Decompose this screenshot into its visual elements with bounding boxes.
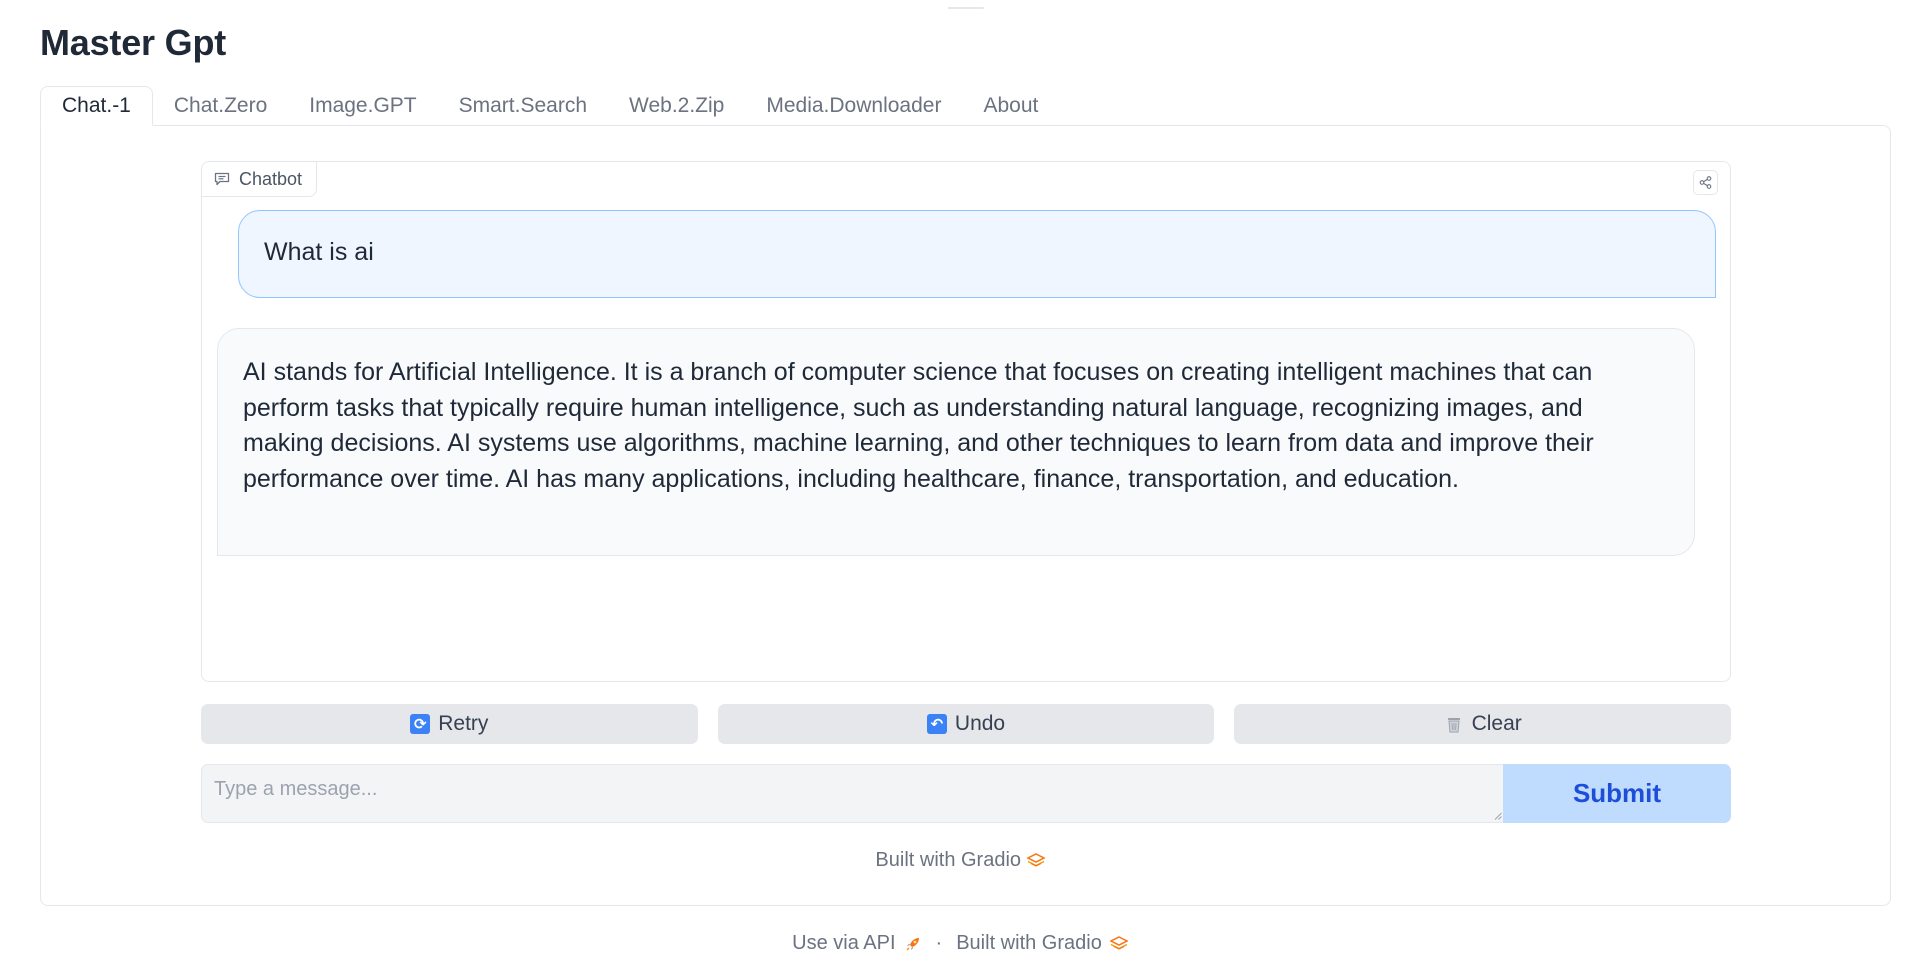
share-button[interactable] <box>1693 170 1718 195</box>
tab-smart-search[interactable]: Smart.Search <box>438 86 608 126</box>
tab-image-gpt[interactable]: Image.GPT <box>288 86 437 126</box>
tab-about[interactable]: About <box>962 86 1059 126</box>
tab-chat-zero[interactable]: Chat.Zero <box>153 86 288 126</box>
resize-grip-icon[interactable] <box>1494 812 1502 820</box>
undo-arrow-icon: ↶ <box>926 714 947 734</box>
gradio-logo-icon <box>1026 852 1045 867</box>
wastebasket-icon <box>1447 718 1460 733</box>
submit-button[interactable]: Submit <box>1503 764 1731 823</box>
use-via-api-text: Use via API <box>792 932 896 954</box>
built-with-gradio-footer-link[interactable]: Built with Gradio <box>956 932 1102 955</box>
tab-chat-1[interactable]: Chat.-1 <box>40 86 153 126</box>
bot-message: AI stands for Artificial Intelligence. I… <box>217 328 1695 556</box>
share-icon <box>1699 176 1712 189</box>
footer-separator: · <box>935 932 943 954</box>
footer: Use via API · Built with Gradio <box>0 932 1920 955</box>
retry-label: Retry <box>438 712 489 735</box>
built-with-gradio-footer-text: Built with Gradio <box>956 932 1102 954</box>
message-input[interactable] <box>201 764 1503 823</box>
chatbot-label-text: Chatbot <box>239 168 303 189</box>
tab-web-2-zip[interactable]: Web.2.Zip <box>608 86 745 126</box>
clear-button[interactable]: Clear <box>1234 704 1732 744</box>
undo-label: Undo <box>954 712 1006 735</box>
undo-button[interactable]: ↶ Undo <box>717 704 1215 744</box>
action-button-row: ⟳ Retry ↶ Undo Clear <box>201 704 1732 744</box>
built-with-gradio-text: Built with Gradio <box>875 849 1022 871</box>
built-with-gradio-inner: Built with Gradio <box>0 849 1920 872</box>
gradio-logo-icon <box>1109 935 1128 950</box>
retry-button[interactable]: ⟳ Retry <box>201 704 698 744</box>
clear-label: Clear <box>1471 712 1522 735</box>
page-title: Master Gpt <box>40 22 227 63</box>
drag-handle <box>948 7 984 9</box>
tab-media-downloader[interactable]: Media.Downloader <box>745 86 962 126</box>
chat-icon <box>214 172 230 186</box>
tab-bar: Chat.-1 Chat.Zero Image.GPT Smart.Search… <box>40 86 1059 126</box>
use-via-api-link[interactable]: Use via API <box>792 932 895 955</box>
retry-arrows-icon: ⟳ <box>410 714 431 734</box>
chatbot-label: Chatbot <box>202 162 318 197</box>
user-message: What is ai <box>238 210 1716 298</box>
chatbot-panel: Chatbot What is ai AI stands for Artific… <box>201 161 1731 682</box>
built-with-gradio-link[interactable]: Built with Gradio <box>875 849 1021 871</box>
rocket-icon <box>906 937 919 950</box>
